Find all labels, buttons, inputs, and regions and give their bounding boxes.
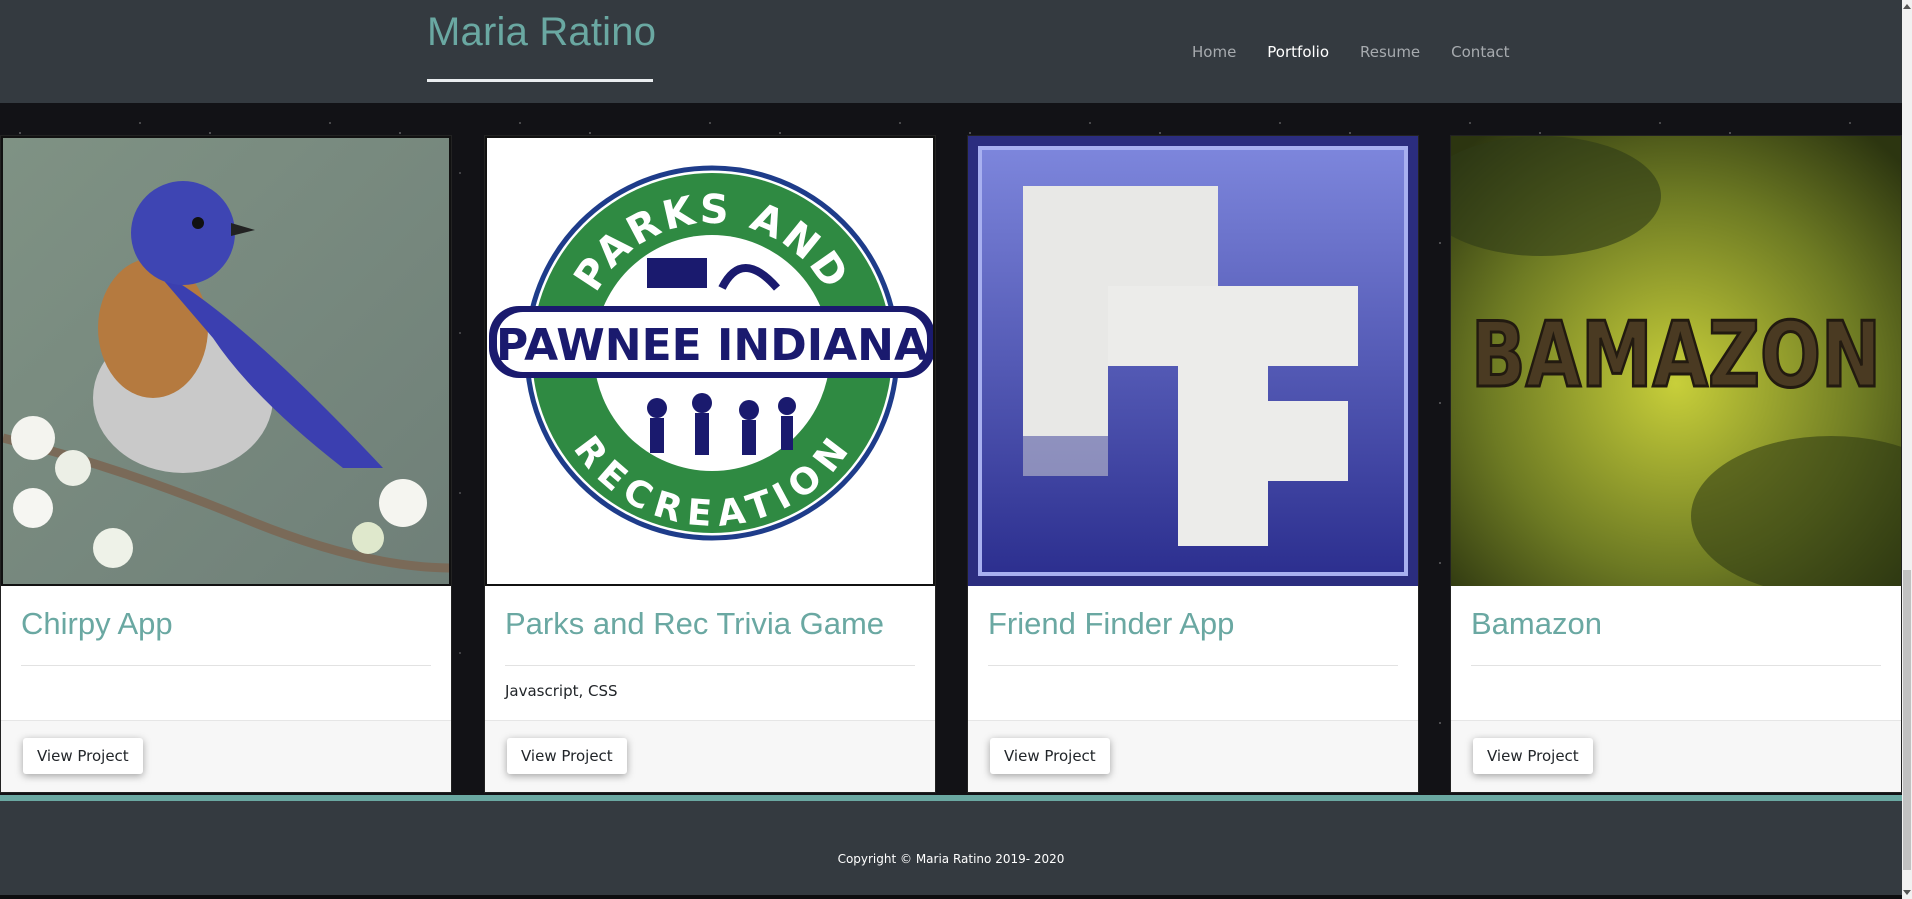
nav-contact[interactable]: Contact <box>1451 43 1509 61</box>
bamazon-image[interactable]: BAMAZON <box>1451 136 1901 586</box>
scroll-down-arrow-icon[interactable] <box>1903 890 1911 895</box>
bluebird-image[interactable] <box>1 136 451 586</box>
card-tech: Javascript, CSS <box>505 682 618 700</box>
card-title: Parks and Rec Trivia Game <box>505 606 885 641</box>
view-project-button[interactable]: View Project <box>507 738 627 774</box>
scroll-up-arrow-icon[interactable] <box>1903 4 1911 9</box>
main-nav: Home Portfolio Resume Contact <box>1192 43 1541 61</box>
divider <box>1471 665 1881 666</box>
copyright-text: Copyright © Maria Ratino 2019- 2020 <box>837 852 1065 866</box>
project-card-chirpy: Chirpy App View Project <box>0 135 452 793</box>
card-footer: View Project <box>968 720 1418 792</box>
brand-underline <box>427 79 653 82</box>
nav-resume[interactable]: Resume <box>1360 43 1420 61</box>
card-title: Chirpy App <box>21 606 173 641</box>
brand-title[interactable]: Maria Ratino <box>427 10 656 55</box>
project-card-bamazon: BAMAZON Bamazon View Project <box>1450 135 1902 793</box>
card-footer: View Project <box>485 720 935 792</box>
divider <box>21 665 431 666</box>
site-footer: Copyright © Maria Ratino 2019- 2020 <box>0 801 1902 895</box>
scrollbar-thumb[interactable] <box>1903 570 1911 870</box>
divider <box>505 665 915 666</box>
scrollbar[interactable] <box>1902 0 1912 899</box>
view-project-button[interactable]: View Project <box>1473 738 1593 774</box>
nav-portfolio[interactable]: Portfolio <box>1267 43 1329 61</box>
card-title: Bamazon <box>1471 606 1602 641</box>
card-footer: View Project <box>1451 720 1901 792</box>
logo-text-middle: PAWNEE INDIANA <box>496 320 928 371</box>
project-card-parks-rec: PARKS AND RECREATION PAWNEE INDIANA Park… <box>484 135 936 793</box>
divider <box>988 665 1398 666</box>
card-footer: View Project <box>1 720 451 792</box>
bamazon-logo-text: BAMAZON <box>1471 303 1881 408</box>
ff-logo-image[interactable] <box>968 136 1418 586</box>
view-project-button[interactable]: View Project <box>23 738 143 774</box>
view-project-button[interactable]: View Project <box>990 738 1110 774</box>
site-header: Maria Ratino Home Portfolio Resume Conta… <box>0 0 1902 103</box>
card-title: Friend Finder App <box>988 606 1235 641</box>
project-card-friend-finder: Friend Finder App View Project <box>967 135 1419 793</box>
nav-home[interactable]: Home <box>1192 43 1236 61</box>
pawnee-logo-image[interactable]: PARKS AND RECREATION PAWNEE INDIANA <box>485 136 935 586</box>
